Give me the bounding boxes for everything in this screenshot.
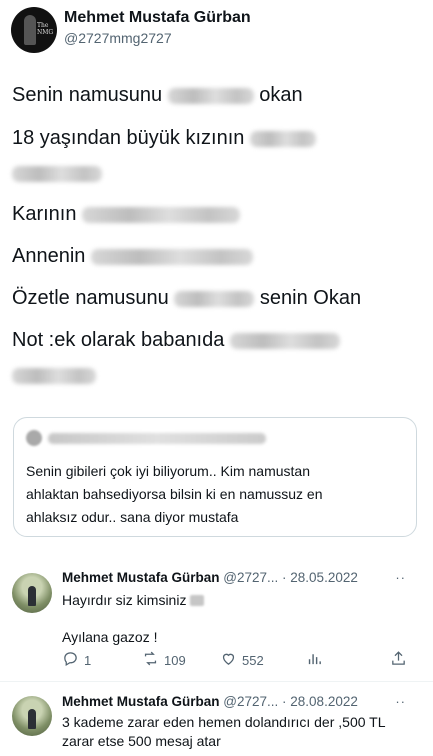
more-options-icon[interactable]: ··	[395, 694, 406, 709]
reply-header: Mehmet Mustafa Gürban @2727... · 28.08.2…	[62, 694, 358, 709]
reply-button[interactable]: 1	[62, 650, 91, 670]
reply-header: Mehmet Mustafa Gürban @2727... · 28.05.2…	[62, 570, 358, 585]
tweet-text: Not :ek olarak babanıda	[12, 329, 225, 351]
like-button[interactable]: 552	[220, 650, 264, 670]
tweet-line-4: Karının	[12, 201, 241, 227]
tweet-text: Karının	[12, 203, 77, 225]
reply-text: Hayırdır siz kimsiniz	[62, 591, 205, 609]
tweet-text: senin Okan	[259, 287, 362, 309]
redacted-text	[174, 290, 255, 307]
reply-handle-date[interactable]: @2727... · 28.05.2022	[223, 570, 358, 585]
analytics-button[interactable]	[306, 650, 323, 670]
tweet-line-7: Not :ek olarak babanıda	[12, 327, 340, 353]
tweet-text: Annenin	[12, 245, 86, 267]
redacted-text	[229, 332, 340, 349]
divider	[0, 681, 433, 682]
share-icon	[390, 650, 407, 670]
tweet-actions: 1 109 552	[62, 650, 412, 672]
avatar-figure	[24, 15, 36, 45]
retweet-button[interactable]: 109	[142, 650, 186, 670]
tweet-text: 18 yaşından büyük kızının	[12, 127, 245, 149]
tweet-line-1: Senin namusunu okan	[12, 82, 303, 108]
tweet-line-5: Annenin	[12, 243, 253, 269]
retweet-icon	[142, 650, 159, 670]
reply-author-name[interactable]: Mehmet Mustafa Gürban	[62, 570, 220, 585]
tweet-text: Senin namusunu	[12, 84, 163, 106]
redacted-text	[82, 206, 241, 223]
redacted-text	[12, 367, 96, 384]
quoted-avatar	[26, 430, 42, 446]
main-tweet: The NMG Mehmet Mustafa Gürban @2727mmg27…	[0, 0, 433, 402]
reply-handle-date[interactable]: @2727... · 28.08.2022	[223, 694, 358, 709]
analytics-icon	[306, 650, 323, 670]
retweet-count: 109	[164, 652, 186, 668]
avatar[interactable]	[12, 696, 52, 736]
redacted-quoted-author	[48, 433, 266, 444]
tweet-line-8	[12, 362, 96, 388]
tweet-text: Özetle namusunu	[12, 287, 169, 309]
redacted-text	[167, 87, 254, 104]
reply-count: 1	[84, 652, 92, 668]
tweet-line-2: 18 yaşından büyük kızının	[12, 125, 316, 151]
like-count: 552	[242, 652, 264, 668]
reply-icon	[62, 650, 79, 670]
quoted-tweet-header	[26, 430, 266, 446]
avatar[interactable]: The NMG	[11, 7, 57, 53]
reply-text-content: Hayırdır siz kimsiniz	[62, 592, 187, 608]
avatar-text: The NMG	[37, 22, 54, 36]
author-name[interactable]: Mehmet Mustafa Gürban	[64, 9, 251, 27]
avatar-person	[28, 709, 36, 729]
quoted-text-line: ahlaktan bahsediyorsa bilsin ki en namus…	[26, 486, 323, 502]
like-icon	[220, 650, 237, 670]
share-button[interactable]	[390, 650, 407, 670]
reply-text-content: 3 kademe zarar eden hemen dolandırıcı de…	[62, 714, 386, 730]
reply-text-content: zarar etse 500 mesaj atar	[62, 733, 221, 749]
author-handle[interactable]: @2727mmg2727	[64, 30, 172, 46]
quoted-tweet[interactable]: Senin gibileri çok iyi biliyorum.. Kim n…	[13, 417, 417, 537]
tweet-text: okan	[259, 84, 303, 106]
avatar-person	[28, 586, 36, 606]
avatar[interactable]	[12, 573, 52, 613]
reply-text-content: Ayılana gazoz !	[62, 629, 158, 645]
redacted-text	[190, 595, 205, 606]
redacted-text	[249, 130, 316, 147]
tweet-line-3	[12, 160, 102, 186]
quoted-text-line: ahlaksız odur.. sana diyor mustafa	[26, 509, 239, 525]
redacted-text	[12, 165, 102, 182]
redacted-text	[90, 248, 253, 265]
quoted-text-line: Senin gibileri çok iyi biliyorum.. Kim n…	[26, 463, 310, 479]
more-options-icon[interactable]: ··	[395, 570, 406, 585]
reply-author-name[interactable]: Mehmet Mustafa Gürban	[62, 694, 220, 709]
tweet-line-6: Özetle namusunu senin Okan	[12, 285, 361, 311]
